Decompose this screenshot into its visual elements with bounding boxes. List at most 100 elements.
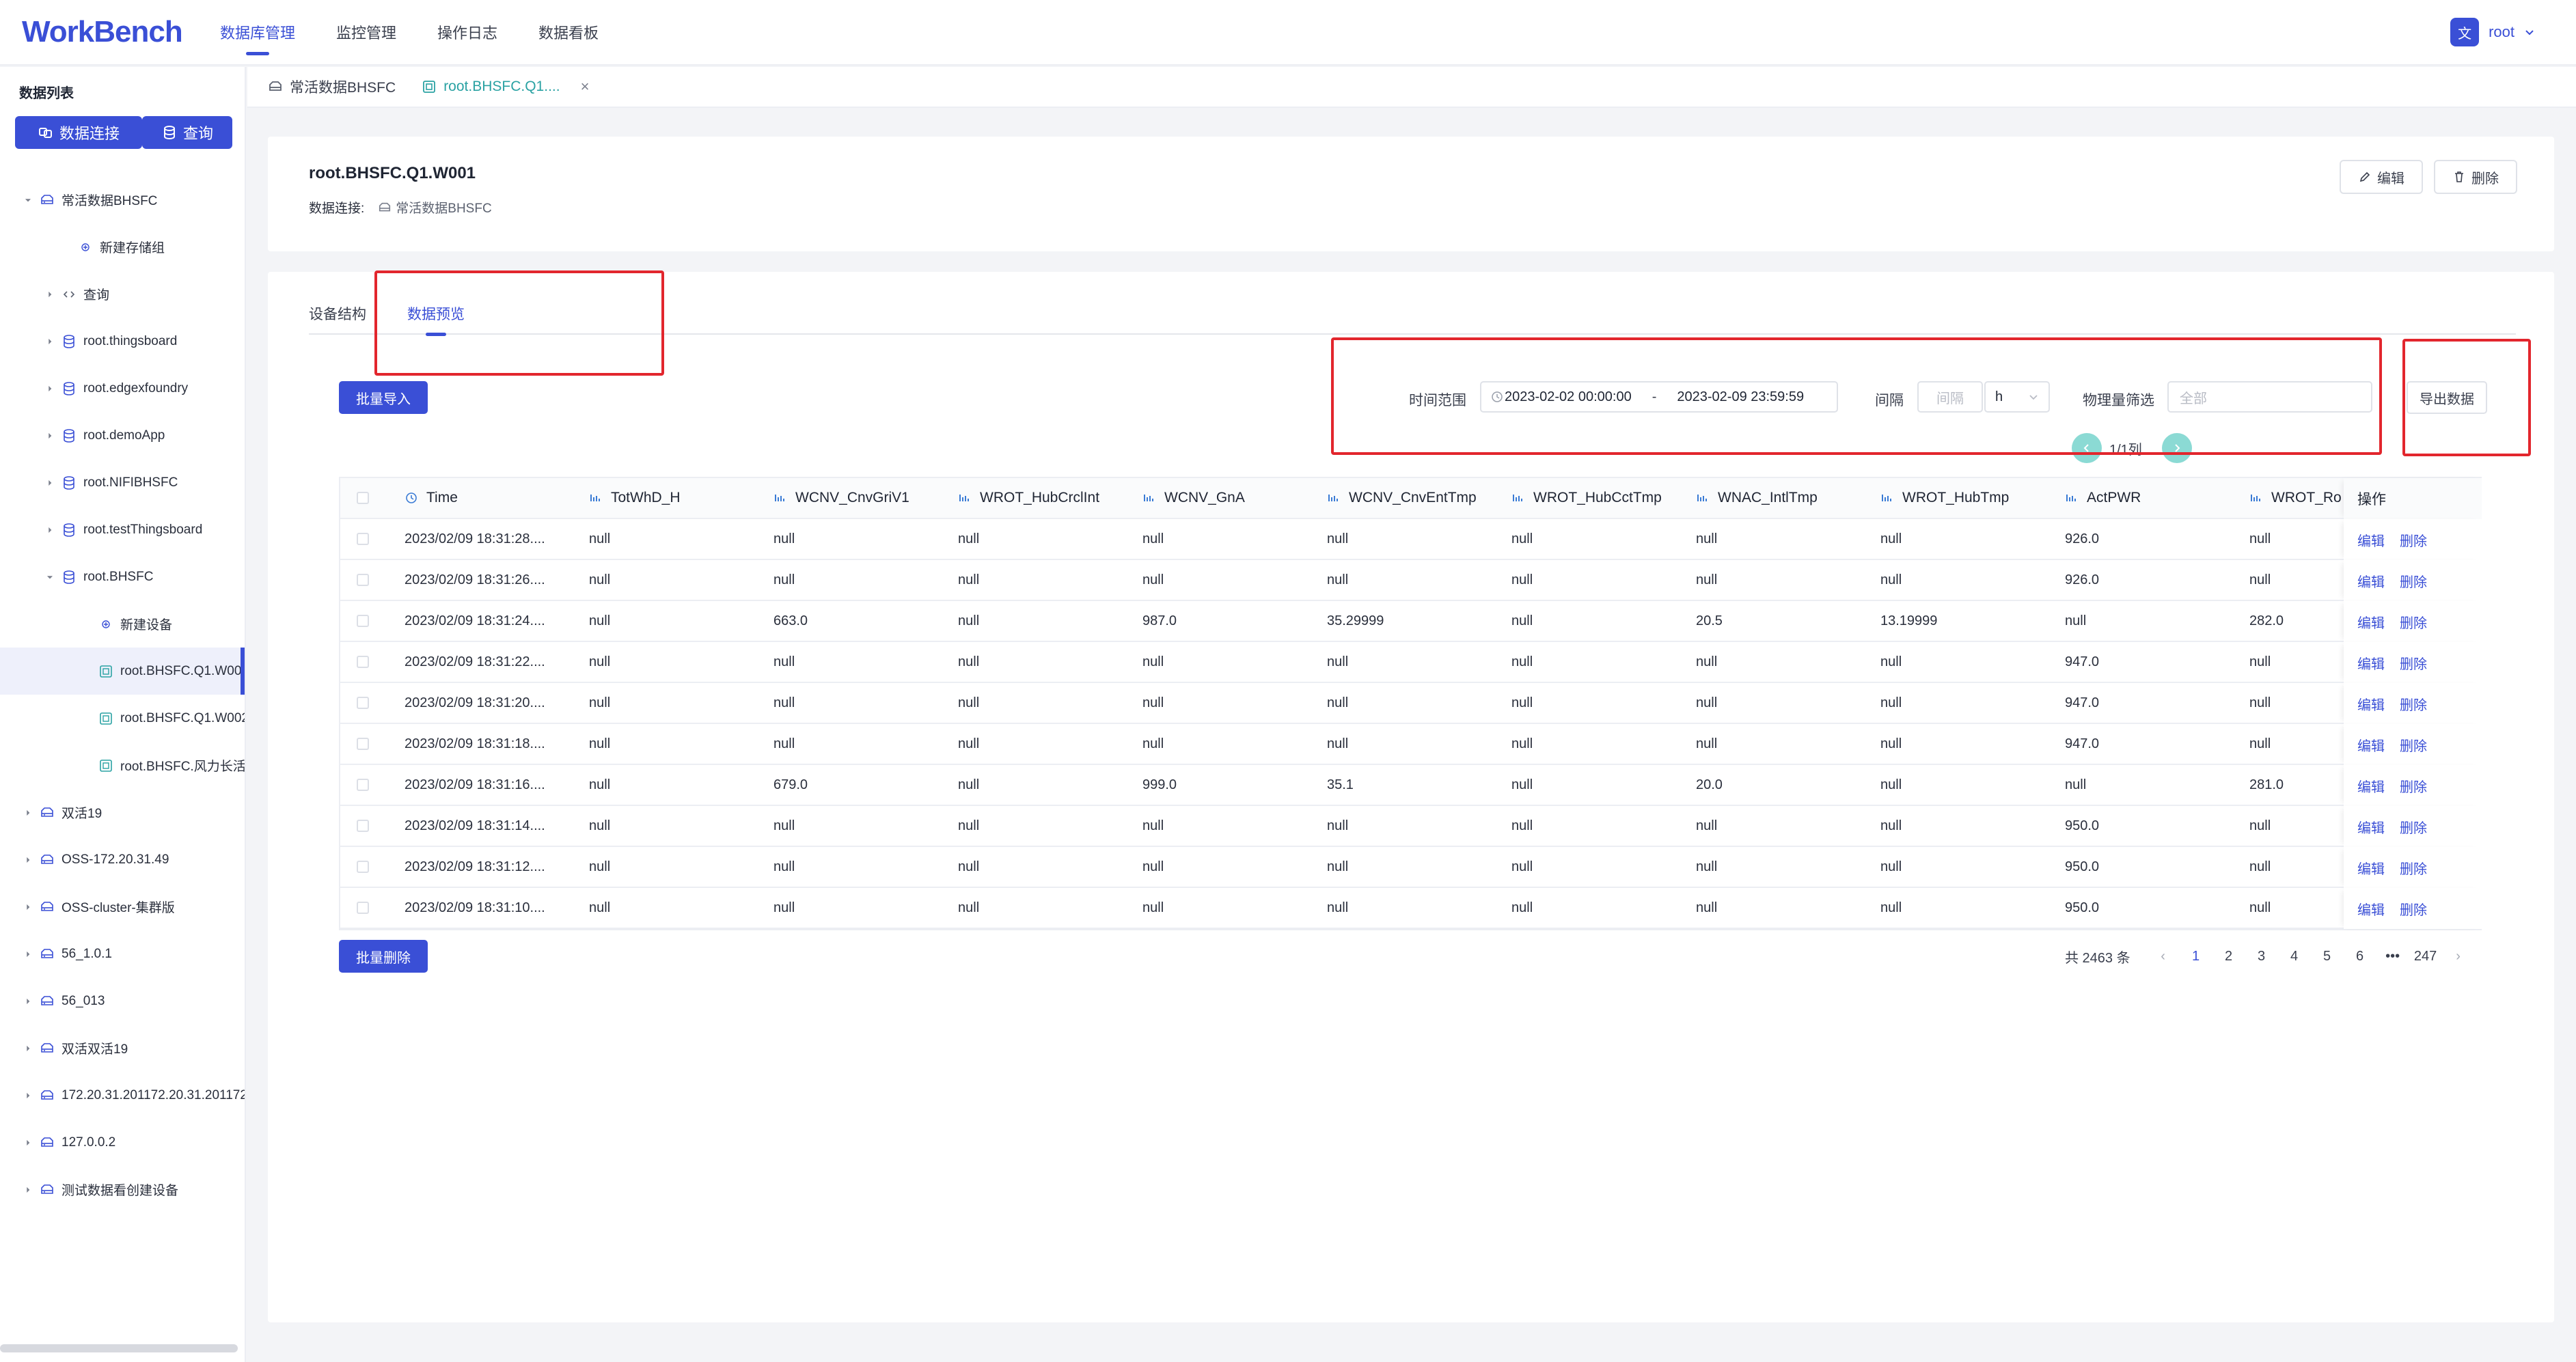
caret-right-icon[interactable] xyxy=(23,949,33,959)
tab-device[interactable]: root.BHSFC.Q1.... × xyxy=(422,78,589,96)
tree-node[interactable]: 172.20.31.201172.20.31.201172. xyxy=(0,1072,245,1119)
page-4[interactable]: 4 xyxy=(2278,949,2311,964)
translate-icon[interactable]: 文 xyxy=(2450,18,2480,46)
row-edit-link[interactable]: 编辑 xyxy=(2357,899,2385,919)
caret-down-icon[interactable] xyxy=(45,572,55,582)
caret-right-icon[interactable] xyxy=(23,997,33,1006)
tree-node[interactable]: 测试数据看创建设备 xyxy=(0,1166,245,1213)
delete-button[interactable]: 删除 xyxy=(2434,160,2517,194)
user-menu[interactable]: 文 root xyxy=(2450,18,2535,46)
row-delete-link[interactable]: 删除 xyxy=(2400,817,2427,837)
batch-import-button[interactable]: 批量导入 xyxy=(339,381,428,414)
row-delete-link[interactable]: 删除 xyxy=(2400,899,2427,919)
row-edit-link[interactable]: 编辑 xyxy=(2357,612,2385,632)
tree-node[interactable]: 查询 xyxy=(0,270,245,318)
nav-database-management[interactable]: 数据库管理 xyxy=(220,0,295,65)
app-logo[interactable]: WorkBench xyxy=(22,15,220,49)
table-row[interactable]: 2023/02/09 18:31:22.... null null null null n… xyxy=(340,642,2482,683)
column-header[interactable]: ActPWR xyxy=(2065,490,2249,506)
page-last[interactable]: 247 xyxy=(2409,949,2442,964)
query-button[interactable]: 查询 xyxy=(142,116,232,149)
edit-button[interactable]: 编辑 xyxy=(2340,160,2423,194)
tree-node[interactable]: 双活19 xyxy=(0,789,245,836)
caret-right-icon[interactable] xyxy=(45,384,55,393)
row-delete-link[interactable]: 删除 xyxy=(2400,571,2427,591)
page-5[interactable]: 5 xyxy=(2311,949,2344,964)
tree-node[interactable]: root.demoApp xyxy=(0,412,245,459)
page-6[interactable]: 6 xyxy=(2344,949,2376,964)
row-delete-link[interactable]: 删除 xyxy=(2400,776,2427,796)
row-edit-link[interactable]: 编辑 xyxy=(2357,735,2385,755)
tree-node[interactable]: OSS-cluster-集群版 xyxy=(0,883,245,930)
data-connection-button[interactable]: 数据连接 xyxy=(15,116,142,149)
caret-right-icon[interactable] xyxy=(45,337,55,346)
table-row[interactable]: 2023/02/09 18:31:18.... null null null null n… xyxy=(340,724,2482,765)
row-edit-link[interactable]: 编辑 xyxy=(2357,858,2385,878)
column-header[interactable]: Time xyxy=(405,490,589,506)
caret-right-icon[interactable] xyxy=(45,431,55,441)
caret-right-icon[interactable] xyxy=(23,1138,33,1148)
tree-node[interactable]: root.BHSFC.风力长活数据 xyxy=(0,742,245,789)
sidebar-scrollbar[interactable] xyxy=(0,1344,238,1352)
row-checkbox[interactable] xyxy=(357,574,369,586)
next-page-icon[interactable]: › xyxy=(2442,949,2475,964)
row-edit-link[interactable]: 编辑 xyxy=(2357,776,2385,796)
nav-data-dashboard[interactable]: 数据看板 xyxy=(538,0,599,65)
row-edit-link[interactable]: 编辑 xyxy=(2357,530,2385,550)
tree-node[interactable]: root.testThingsboard xyxy=(0,506,245,553)
tree-node[interactable]: 新建设备 xyxy=(0,600,245,648)
column-header[interactable]: WROT_HubTmp xyxy=(1880,490,2065,506)
row-edit-link[interactable]: 编辑 xyxy=(2357,694,2385,714)
tree-node[interactable]: 新建存储组 xyxy=(0,223,245,270)
row-checkbox[interactable] xyxy=(357,779,369,791)
tree-node[interactable]: 常活数据BHSFC xyxy=(0,176,245,223)
table-row[interactable]: 2023/02/09 18:31:16.... null 679.0 null 999.… xyxy=(340,765,2482,806)
column-header[interactable]: TotWhD_H xyxy=(589,490,773,506)
row-checkbox[interactable] xyxy=(357,902,369,914)
table-row[interactable]: 2023/02/09 18:31:26.... null null null null n… xyxy=(340,560,2482,601)
tree-node[interactable]: OSS-172.20.31.49 xyxy=(0,836,245,883)
tree-node[interactable]: 56_013 xyxy=(0,977,245,1025)
column-header[interactable]: WROT_HubCctTmp xyxy=(1511,490,1696,506)
page-2[interactable]: 2 xyxy=(2212,949,2245,964)
caret-right-icon[interactable] xyxy=(45,525,55,535)
row-checkbox[interactable] xyxy=(357,697,369,709)
row-delete-link[interactable]: 删除 xyxy=(2400,735,2427,755)
table-row[interactable]: 2023/02/09 18:31:10.... null null null null n… xyxy=(340,888,2482,929)
tree-node[interactable]: root.thingsboard xyxy=(0,318,245,365)
tree-node[interactable]: root.NIFIBHSFC xyxy=(0,459,245,506)
row-checkbox[interactable] xyxy=(357,615,369,627)
tree-node[interactable]: 56_1.0.1 xyxy=(0,930,245,977)
table-row[interactable]: 2023/02/09 18:31:14.... null null null null n… xyxy=(340,806,2482,847)
nav-operation-log[interactable]: 操作日志 xyxy=(437,0,497,65)
caret-right-icon[interactable] xyxy=(23,1044,33,1053)
row-delete-link[interactable]: 删除 xyxy=(2400,653,2427,673)
row-delete-link[interactable]: 删除 xyxy=(2400,530,2427,550)
row-edit-link[interactable]: 编辑 xyxy=(2357,653,2385,673)
table-row[interactable]: 2023/02/09 18:31:20.... null null null null n… xyxy=(340,683,2482,724)
column-header[interactable]: WCNV_CnvEntTmp xyxy=(1327,490,1511,506)
row-checkbox[interactable] xyxy=(357,861,369,873)
nav-monitoring[interactable]: 监控管理 xyxy=(336,0,396,65)
row-checkbox[interactable] xyxy=(357,820,369,832)
row-delete-link[interactable]: 删除 xyxy=(2400,612,2427,632)
page-ellipsis[interactable]: ••• xyxy=(2376,949,2409,964)
table-row[interactable]: 2023/02/09 18:31:28.... null null null null n… xyxy=(340,519,2482,560)
row-delete-link[interactable]: 删除 xyxy=(2400,858,2427,878)
tree-node[interactable]: 127.0.0.2 xyxy=(0,1119,245,1166)
tab-device-structure[interactable]: 设备结构 xyxy=(309,303,366,335)
row-edit-link[interactable]: 编辑 xyxy=(2357,571,2385,591)
caret-right-icon[interactable] xyxy=(23,855,33,865)
row-checkbox[interactable] xyxy=(357,533,369,545)
caret-right-icon[interactable] xyxy=(23,902,33,912)
column-header[interactable]: WROT_HubCrclInt xyxy=(958,490,1142,506)
row-delete-link[interactable]: 删除 xyxy=(2400,694,2427,714)
row-checkbox[interactable] xyxy=(357,738,369,750)
tree-node[interactable]: root.edgexfoundry xyxy=(0,365,245,412)
column-header[interactable]: WNAC_IntlTmp xyxy=(1696,490,1880,506)
close-icon[interactable]: × xyxy=(581,78,590,96)
table-row[interactable]: 2023/02/09 18:31:24.... null 663.0 null 987.… xyxy=(340,601,2482,642)
caret-right-icon[interactable] xyxy=(23,808,33,818)
tree-node[interactable]: 双活双活19 xyxy=(0,1025,245,1072)
batch-delete-button[interactable]: 批量删除 xyxy=(339,940,428,973)
